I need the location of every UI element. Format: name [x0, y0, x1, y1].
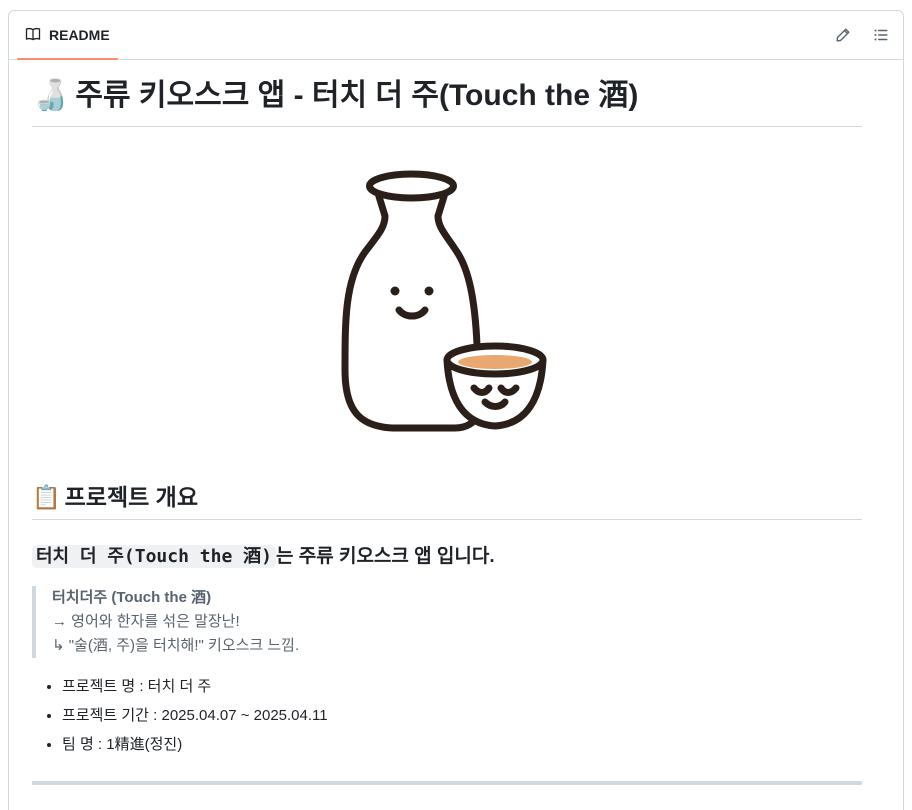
- readme-header: README: [9, 11, 903, 60]
- section-divider: [32, 781, 862, 785]
- readme-tab[interactable]: README: [17, 11, 118, 60]
- active-tab-underline: [17, 58, 118, 60]
- quote-title: 터치더주 (Touch the 酒): [52, 589, 212, 606]
- overview-subhead-text: 는 주류 키오스크 앱 입니다.: [275, 546, 495, 567]
- overview-heading: 📋 프로젝트 개요: [32, 481, 862, 520]
- project-info-list: 프로젝트 명 : 터치 더 주 프로젝트 기간 : 2025.04.07 ~ 2…: [32, 672, 862, 759]
- book-icon: [25, 26, 41, 45]
- list-unordered-icon[interactable]: [869, 23, 893, 47]
- mascot-image: [32, 147, 862, 457]
- sake-emoji-icon: 🍶: [32, 79, 70, 112]
- name-explanation-quote: 터치더주 (Touch the 酒) → 영어와 한자를 섞은 말장난! ↳ "…: [32, 586, 862, 658]
- list-item: 프로젝트 기간 : 2025.04.07 ~ 2025.04.11: [62, 701, 862, 730]
- pencil-icon[interactable]: [831, 23, 855, 47]
- inline-code: 터치 더 주(Touch the 酒): [32, 545, 276, 568]
- readme-content: 🍶 주류 키오스크 앱 - 터치 더 주(Touch the 酒) 📋 프로젝트…: [32, 76, 862, 785]
- page-title-text: 주류 키오스크 앱 - 터치 더 주(Touch the 酒): [75, 79, 639, 112]
- page-title: 🍶 주류 키오스크 앱 - 터치 더 주(Touch the 酒): [32, 76, 862, 127]
- quote-line-2: ↳ "술(酒, 주)을 터치해!" 키오스크 느낌.: [52, 637, 300, 654]
- sake-bottle-and-cup-mascot: [341, 170, 547, 432]
- list-item: 팀 명 : 1精進(정진): [62, 730, 862, 759]
- list-item: 프로젝트 명 : 터치 더 주: [62, 672, 862, 701]
- overview-heading-text: 프로젝트 개요: [64, 484, 198, 510]
- overview-subhead: 터치 더 주(Touch the 酒) 는 주류 키오스크 앱 입니다.: [32, 542, 862, 572]
- readme-tab-label: README: [49, 27, 110, 43]
- clipboard-emoji-icon: 📋: [32, 484, 61, 510]
- quote-line-1: → 영어와 한자를 섞은 말장난!: [52, 613, 240, 630]
- header-actions: [831, 23, 893, 47]
